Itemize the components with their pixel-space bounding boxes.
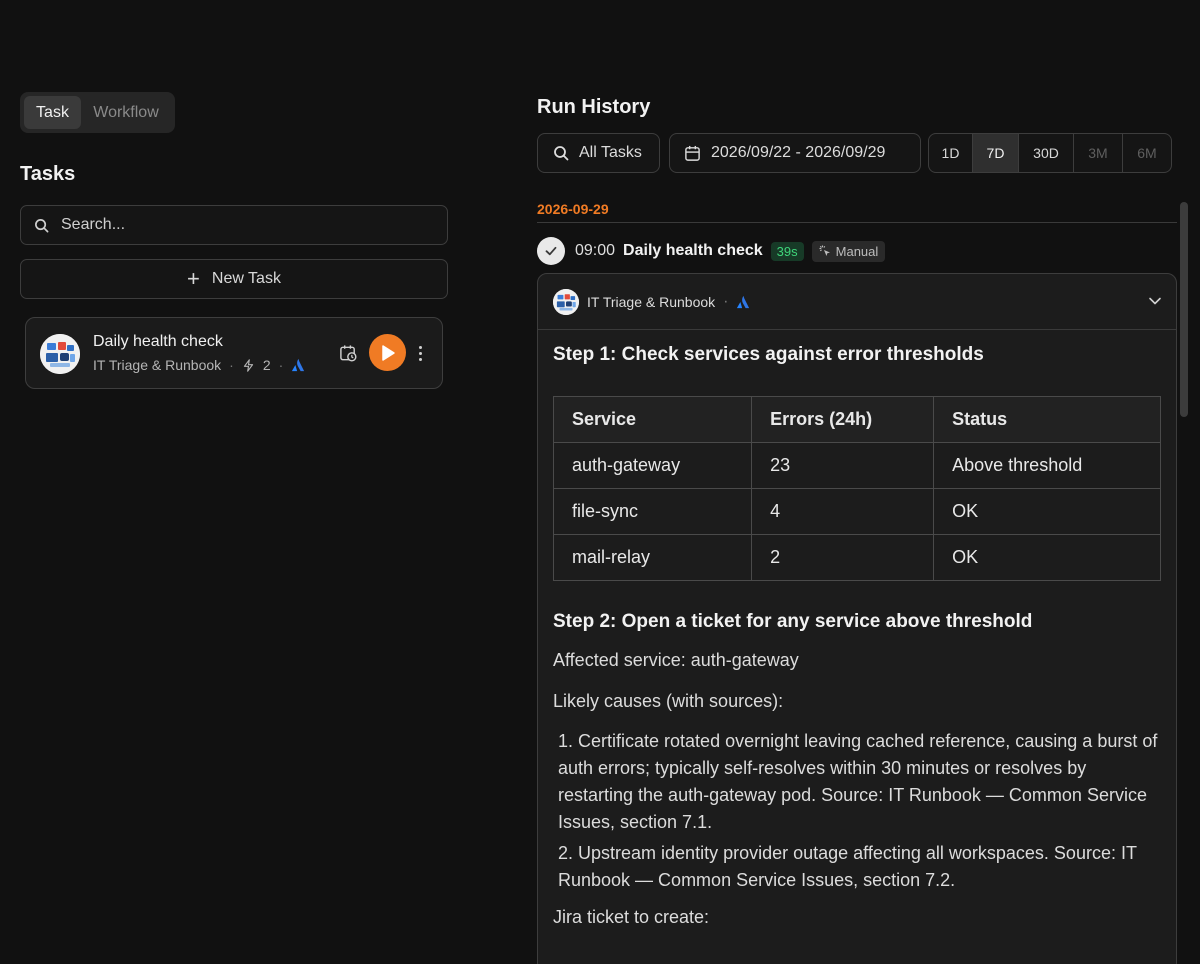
atlassian-icon <box>736 295 750 309</box>
agent-avatar <box>40 334 80 374</box>
range-3m[interactable]: 3M <box>1074 134 1123 172</box>
cursor-click-icon <box>819 245 831 257</box>
table-cell: 4 <box>751 488 935 535</box>
list-item: 2. Upstream identity provider outage aff… <box>558 843 1137 890</box>
tool-icon <box>242 358 255 372</box>
run-entry[interactable]: 09:00 Daily health check 39s Manual <box>537 237 886 265</box>
table-cell: mail-relay <box>552 534 753 581</box>
column-header: Service <box>552 396 753 443</box>
trigger-label: Manual <box>835 243 879 259</box>
scrollbar[interactable] <box>1180 202 1188 417</box>
date-range-picker[interactable]: 2026/09/22 - 2026/09/29 <box>669 133 921 173</box>
error-threshold-table: Service Errors (24h) Status auth-gateway… <box>552 396 1161 581</box>
range-7d[interactable]: 7D <box>973 134 1019 172</box>
tab-workflow[interactable]: Workflow <box>81 96 171 129</box>
step-1-heading: Step 1: Check services against error thr… <box>553 344 984 365</box>
table-cell: auth-gateway <box>552 442 753 489</box>
table-cell: file-sync <box>552 488 753 535</box>
run-task-name: Daily health check <box>623 242 763 259</box>
step-2-heading: Step 2: Open a ticket for any service ab… <box>553 611 1033 632</box>
trigger-badge: Manual <box>811 240 886 262</box>
separator: · <box>723 292 729 310</box>
task-meta: IT Triage & Runbook · 2 · <box>93 357 305 373</box>
list-item: 1. Certificate rotated overnight leaving… <box>558 731 1158 832</box>
run-output: Step 1: Check services against error thr… <box>538 330 1176 931</box>
new-task-label: New Task <box>211 270 281 287</box>
task-filter-label: All Tasks <box>579 144 642 161</box>
task-search-box[interactable] <box>20 205 448 245</box>
separator: · <box>229 357 234 373</box>
table-row: auth-gateway 23 Above threshold <box>552 442 1161 489</box>
table-row: file-sync 4 OK <box>552 488 1161 535</box>
search-icon <box>553 145 569 161</box>
task-agent: IT Triage & Runbook <box>93 357 222 373</box>
table-cell: 23 <box>751 442 935 489</box>
run-history-heading: Run History <box>537 96 651 118</box>
date-group-label: 2026-09-29 <box>537 201 609 217</box>
tool-count: 2 <box>262 357 271 373</box>
play-icon <box>380 344 396 362</box>
schedule-icon[interactable] <box>338 343 358 363</box>
more-options-icon[interactable] <box>414 343 426 363</box>
search-input[interactable] <box>61 216 421 234</box>
run-detail-panel: IT Triage & Runbook · Step 1: Check serv… <box>537 273 1177 964</box>
table-header-row: Service Errors (24h) Status <box>552 396 1161 443</box>
atlassian-icon <box>291 358 305 372</box>
task-filter-button[interactable]: All Tasks <box>537 133 660 173</box>
tasks-heading: Tasks <box>20 163 76 185</box>
affected-service: Affected service: auth-gateway <box>553 650 799 670</box>
causes-list: 1. Certificate rotated overnight leaving… <box>558 728 1161 894</box>
search-icon <box>34 218 49 233</box>
run-detail-header[interactable]: IT Triage & Runbook · <box>538 274 1176 330</box>
new-task-button[interactable]: + New Task <box>20 259 448 299</box>
divider <box>537 222 1177 223</box>
causes-intro: Likely causes (with sources): <box>553 691 784 711</box>
run-time: 09:00 <box>575 242 616 259</box>
tab-task[interactable]: Task <box>24 96 81 129</box>
task-card[interactable]: Daily health check IT Triage & Runbook ·… <box>25 317 443 389</box>
table-cell: OK <box>933 534 1161 581</box>
task-name: Daily health check <box>93 333 223 350</box>
column-header: Errors (24h) <box>751 396 935 443</box>
separator: · <box>278 357 284 373</box>
jira-intro: Jira ticket to create: <box>553 907 710 927</box>
table-row: mail-relay 2 OK <box>552 534 1161 581</box>
range-30d[interactable]: 30D <box>1019 134 1074 172</box>
calendar-icon <box>684 145 701 162</box>
column-header: Status <box>933 396 1161 443</box>
run-agent-name: IT Triage & Runbook <box>587 293 716 310</box>
table-cell: Above threshold <box>933 442 1161 489</box>
date-range-label: 2026/09/22 - 2026/09/29 <box>711 144 886 161</box>
mode-toggle: Task Workflow <box>20 92 175 133</box>
duration-badge: 39s <box>770 241 804 261</box>
top-bar <box>0 0 1200 60</box>
range-1d[interactable]: 1D <box>929 134 973 172</box>
agent-avatar <box>553 288 579 315</box>
range-selector: 1D 7D 30D 3M 6M <box>928 133 1172 173</box>
table-cell: 2 <box>751 534 935 581</box>
plus-icon: + <box>187 266 200 291</box>
check-icon <box>537 237 565 265</box>
run-task-button[interactable] <box>369 334 406 371</box>
range-6m[interactable]: 6M <box>1123 134 1171 172</box>
table-cell: OK <box>933 488 1161 535</box>
chevron-down-icon[interactable] <box>1148 294 1162 308</box>
